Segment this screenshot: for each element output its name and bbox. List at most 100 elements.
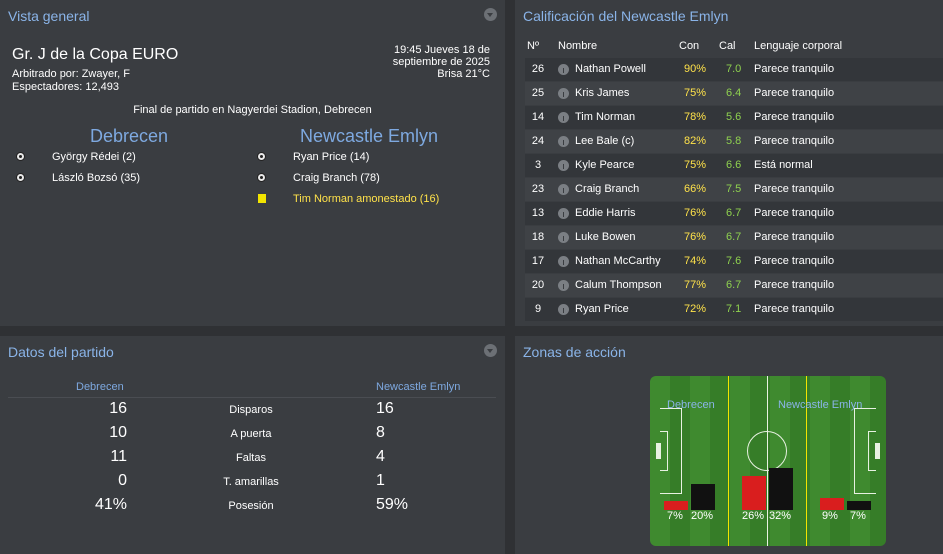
player-body-language: Parece tranquilo <box>754 111 835 123</box>
away-goal-event[interactable]: Craig Branch (78) <box>293 172 380 184</box>
header-num[interactable]: Nº <box>527 40 539 52</box>
info-icon[interactable] <box>558 304 569 315</box>
player-row[interactable]: 26 Nathan Powell 90% 7.0 Parece tranquilo <box>525 58 943 81</box>
collapse-icon[interactable] <box>484 8 497 21</box>
goal-ball-icon <box>257 152 266 161</box>
home-goal-event[interactable]: László Bozsó (35) <box>52 172 140 184</box>
zone-right-home-pct: 9% <box>822 510 838 522</box>
info-icon[interactable] <box>558 256 569 267</box>
info-icon[interactable] <box>558 136 569 147</box>
venue-line: Final de partido en Nagyerdei Stadion, D… <box>133 104 372 116</box>
player-body-language: Parece tranquilo <box>754 87 835 99</box>
player-row[interactable]: 13 Eddie Harris 76% 6.7 Parece tranquilo <box>525 202 943 225</box>
zone-mid-home-bar <box>742 476 766 510</box>
away-card-event[interactable]: Tim Norman amonestado (16) <box>293 193 439 205</box>
player-name[interactable]: Ryan Price <box>575 303 629 315</box>
zones-home-team: Debrecen <box>667 399 715 411</box>
info-icon[interactable] <box>558 232 569 243</box>
player-number: 24 <box>531 135 545 147</box>
stat-home-value: 16 <box>109 400 127 417</box>
player-row[interactable]: 20 Calum Thompson 77% 6.7 Parece tranquilo <box>525 274 943 297</box>
stat-row: 10 A puerta 8 <box>0 422 505 446</box>
info-icon[interactable] <box>558 208 569 219</box>
player-rating: 7.1 <box>726 303 742 315</box>
overview-panel: Vista general Gr. J de la Copa EURO Arbi… <box>0 0 505 326</box>
home-goal-event[interactable]: György Rédei (2) <box>52 151 136 163</box>
left-goal-area <box>660 431 668 471</box>
player-number: 20 <box>531 279 545 291</box>
player-name[interactable]: Nathan McCarthy <box>575 255 661 267</box>
player-name[interactable]: Nathan Powell <box>575 63 646 75</box>
stat-away-value: 8 <box>376 424 385 441</box>
zone-mid-home-pct: 26% <box>742 510 765 522</box>
player-row[interactable]: 17 Nathan McCarthy 74% 7.6 Parece tranquilo <box>525 250 943 273</box>
player-body-language: Parece tranquilo <box>754 183 835 195</box>
player-name[interactable]: Calum Thompson <box>575 279 662 291</box>
player-rating: 6.7 <box>726 231 742 243</box>
player-body-language: Parece tranquilo <box>754 63 835 75</box>
info-icon[interactable] <box>558 280 569 291</box>
player-condition: 75% <box>684 159 707 171</box>
stat-home-value: 10 <box>109 424 127 441</box>
player-row[interactable]: 18 Luke Bowen 76% 6.7 Parece tranquilo <box>525 226 943 249</box>
header-con[interactable]: Con <box>679 40 699 52</box>
player-row[interactable]: 25 Kris James 75% 6.4 Parece tranquilo <box>525 82 943 105</box>
player-name[interactable]: Eddie Harris <box>575 207 636 219</box>
player-body-language: Parece tranquilo <box>754 303 835 315</box>
player-number: 17 <box>531 255 545 267</box>
pitch: Debrecen Newcastle Emlyn 7% 20% 26% 32% … <box>650 376 886 546</box>
stat-home-value: 11 <box>110 448 127 465</box>
stat-label: A puerta <box>230 428 272 440</box>
player-name[interactable]: Tim Norman <box>575 111 635 123</box>
info-icon[interactable] <box>558 64 569 75</box>
weather: Brisa 21°C <box>437 68 490 80</box>
stat-away-value: 16 <box>376 400 394 417</box>
away-goal-event[interactable]: Ryan Price (14) <box>293 151 369 163</box>
ratings-panel: Calificación del Newcastle Emlyn Nº Nomb… <box>515 0 943 326</box>
zone-right-home-bar <box>820 498 844 510</box>
info-icon[interactable] <box>558 160 569 171</box>
home-team-name[interactable]: Debrecen <box>90 126 168 147</box>
header-cal[interactable]: Cal <box>719 40 736 52</box>
stat-row: 16 Disparos 16 <box>0 398 505 422</box>
player-name[interactable]: Kris James <box>575 87 629 99</box>
match-home-team[interactable]: Debrecen <box>76 381 124 393</box>
zone-right-away-bar <box>847 500 871 510</box>
player-row[interactable]: 3 Kyle Pearce 75% 6.6 Está normal <box>525 154 943 177</box>
info-icon[interactable] <box>558 88 569 99</box>
player-row[interactable]: 14 Tim Norman 78% 5.6 Parece tranquilo <box>525 106 943 129</box>
player-number: 13 <box>531 207 545 219</box>
player-name[interactable]: Lee Bale (c) <box>575 135 634 147</box>
player-rating: 6.7 <box>726 207 742 219</box>
player-condition: 76% <box>684 207 707 219</box>
collapse-icon[interactable] <box>484 344 497 357</box>
zone-mid-away-bar <box>769 468 793 510</box>
player-row[interactable]: 24 Lee Bale (c) 82% 5.8 Parece tranquilo <box>525 130 943 153</box>
player-name[interactable]: Luke Bowen <box>575 231 636 243</box>
player-number: 26 <box>531 63 545 75</box>
stat-away-value: 59% <box>376 496 409 513</box>
player-number: 14 <box>531 111 545 123</box>
player-rating: 6.7 <box>726 279 742 291</box>
header-body-language[interactable]: Lenguaje corporal <box>754 40 842 52</box>
center-circle <box>747 431 787 471</box>
spectators-info: Espectadores: 12,493 <box>12 81 120 93</box>
action-zones-title: Zonas de acción <box>523 344 626 360</box>
info-icon[interactable] <box>558 184 569 195</box>
player-name[interactable]: Kyle Pearce <box>575 159 634 171</box>
info-icon[interactable] <box>558 112 569 123</box>
header-name[interactable]: Nombre <box>558 40 597 52</box>
away-team-name[interactable]: Newcastle Emlyn <box>300 126 438 147</box>
referee-info: Arbitrado por: Zwayer, F <box>12 68 130 80</box>
player-name[interactable]: Craig Branch <box>575 183 639 195</box>
player-row[interactable]: 23 Craig Branch 66% 7.5 Parece tranquilo <box>525 178 943 201</box>
player-number: 23 <box>531 183 545 195</box>
player-row[interactable]: 9 Ryan Price 72% 7.1 Parece tranquilo <box>525 298 943 321</box>
player-body-language: Parece tranquilo <box>754 279 835 291</box>
overview-title: Vista general <box>8 8 90 24</box>
match-away-team[interactable]: Newcastle Emlyn <box>376 381 460 393</box>
ratings-title: Calificación del Newcastle Emlyn <box>523 8 729 24</box>
stat-label: T. amarillas <box>223 476 279 488</box>
player-condition: 75% <box>684 87 707 99</box>
player-condition: 77% <box>684 279 707 291</box>
